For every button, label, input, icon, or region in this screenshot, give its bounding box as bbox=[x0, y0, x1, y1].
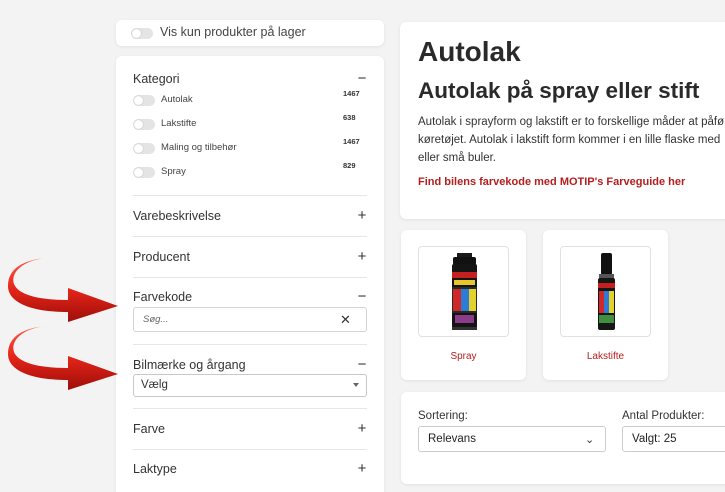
toggle-switch[interactable] bbox=[133, 143, 155, 154]
red-arrow-icon bbox=[8, 258, 118, 322]
caret-down-icon bbox=[353, 383, 359, 387]
category-label: Spray bbox=[161, 166, 186, 177]
subcategory-label[interactable]: Lakstifte bbox=[543, 351, 668, 362]
close-icon[interactable]: ✕ bbox=[340, 312, 351, 328]
toggle-switch[interactable] bbox=[133, 167, 155, 178]
red-arrow-icon bbox=[8, 326, 118, 390]
product-count-label: Antal Produkter: bbox=[622, 410, 705, 422]
divider bbox=[133, 195, 367, 196]
color-expand-icon[interactable]: + bbox=[355, 421, 369, 436]
divider bbox=[133, 344, 367, 345]
brand-year-select[interactable]: Vælg bbox=[133, 374, 367, 397]
divider bbox=[133, 236, 367, 237]
category-title: Kategori bbox=[133, 72, 180, 86]
stock-filter-card: Vis kun produkter på lager bbox=[116, 20, 384, 46]
color-code-title: Farvekode bbox=[133, 290, 193, 304]
divider bbox=[133, 277, 367, 278]
subcategory-card-spray[interactable]: Spray bbox=[401, 230, 526, 380]
sort-select[interactable]: Relevans ⌄ bbox=[418, 426, 606, 452]
description-expand-icon[interactable]: + bbox=[355, 208, 369, 223]
brand-year-collapse-icon[interactable]: − bbox=[355, 357, 369, 372]
product-count-select[interactable]: Valgt: 25 bbox=[622, 426, 725, 452]
sort-value: Relevans bbox=[428, 433, 476, 445]
category-item-autolak[interactable]: Autolak 1467 bbox=[133, 89, 367, 108]
select-value: Vælg bbox=[141, 379, 168, 391]
color-code-collapse-icon[interactable]: − bbox=[355, 289, 369, 304]
spray-can-image[interactable] bbox=[418, 246, 509, 337]
description-line: køretøjet. Autolak i lakstift form komme… bbox=[418, 134, 721, 146]
toggle-switch[interactable] bbox=[133, 95, 155, 106]
category-description: Autolak i sprayform og lakstift er to fo… bbox=[418, 113, 725, 167]
subcategory-card-lakstifte[interactable]: Lakstifte bbox=[543, 230, 668, 380]
category-count: 1467 bbox=[343, 89, 360, 98]
category-label: Maling og tilbehør bbox=[161, 142, 237, 153]
stock-filter-label: Vis kun produkter på lager bbox=[160, 25, 306, 39]
lacquer-type-expand-icon[interactable]: + bbox=[355, 461, 369, 476]
color-guide-link[interactable]: Find bilens farvekode med MOTIP's Farveg… bbox=[418, 176, 685, 188]
producer-expand-icon[interactable]: + bbox=[355, 249, 369, 264]
filter-panel: Kategori − Autolak 1467 Lakstifte 638 Ma… bbox=[116, 56, 384, 492]
category-item-spray[interactable]: Spray 829 bbox=[133, 161, 367, 180]
producer-title: Producent bbox=[133, 250, 190, 264]
chevron-down-icon: ⌄ bbox=[585, 434, 595, 446]
description-title: Varebeskrivelse bbox=[133, 209, 222, 223]
stock-toggle[interactable] bbox=[131, 28, 153, 39]
category-header-card: Autolak Autolak på spray eller stift Aut… bbox=[400, 22, 725, 219]
category-collapse-icon[interactable]: − bbox=[355, 71, 369, 86]
category-label: Autolak bbox=[161, 94, 193, 105]
category-count: 1467 bbox=[343, 137, 360, 146]
category-label: Lakstifte bbox=[161, 118, 197, 129]
color-title: Farve bbox=[133, 422, 165, 436]
category-item-maling[interactable]: Maling og tilbehør 1467 bbox=[133, 137, 367, 156]
subcategory-label[interactable]: Spray bbox=[401, 351, 526, 362]
touch-up-pen-image[interactable] bbox=[560, 246, 651, 337]
page-title: Autolak bbox=[418, 36, 521, 67]
category-count: 638 bbox=[343, 113, 356, 122]
search-placeholder: Søg... bbox=[143, 314, 169, 325]
lacquer-type-title: Laktype bbox=[133, 462, 177, 476]
divider bbox=[133, 449, 367, 450]
sort-label: Sortering: bbox=[418, 410, 468, 422]
toggle-switch[interactable] bbox=[133, 119, 155, 130]
category-item-lakstifte[interactable]: Lakstifte 638 bbox=[133, 113, 367, 132]
sorting-card: Sortering: Relevans ⌄ Antal Produkter: V… bbox=[401, 392, 725, 484]
category-count: 829 bbox=[343, 161, 356, 170]
color-code-search-input[interactable]: Søg... ✕ bbox=[133, 307, 367, 332]
page-subtitle: Autolak på spray eller stift bbox=[418, 78, 700, 103]
product-count-value: Valgt: 25 bbox=[632, 433, 677, 445]
brand-year-title: Bilmærke og årgang bbox=[133, 358, 246, 372]
description-line: eller små buler. bbox=[418, 152, 496, 164]
divider bbox=[133, 408, 367, 409]
description-line: Autolak i sprayform og lakstift er to fo… bbox=[418, 116, 725, 128]
